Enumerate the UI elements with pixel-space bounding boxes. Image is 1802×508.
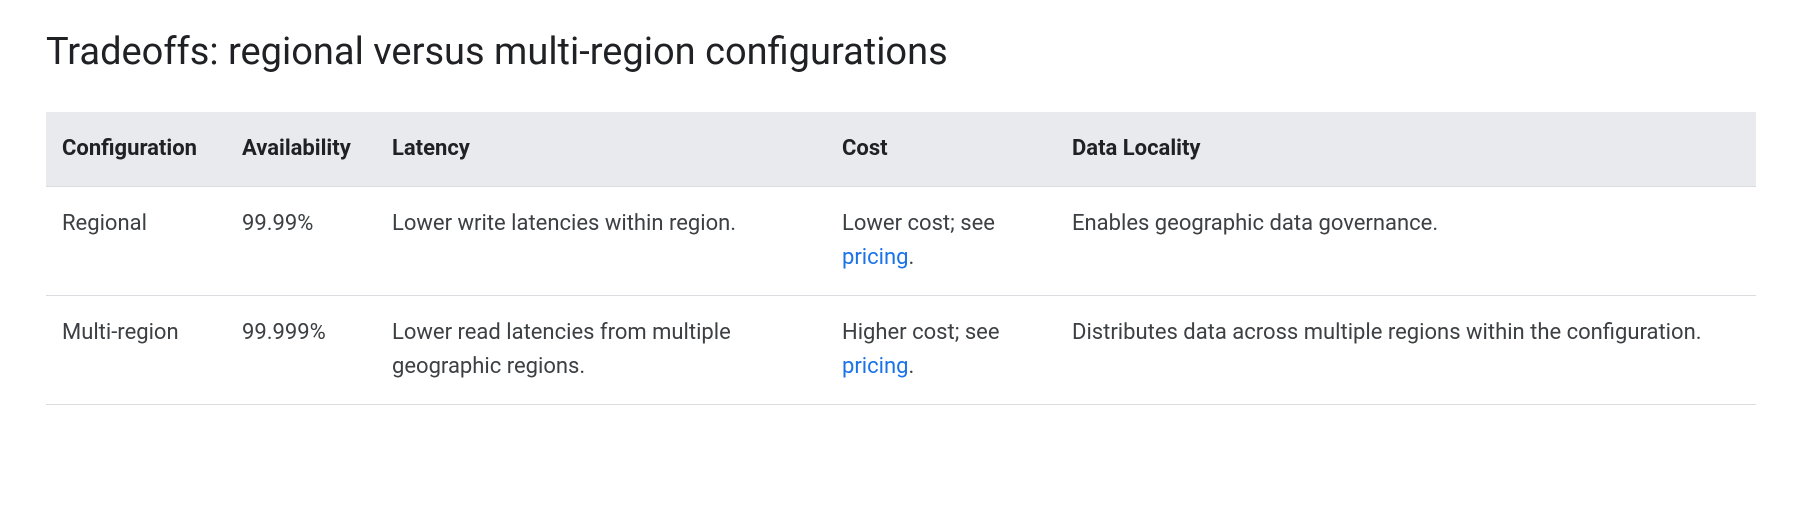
cost-text-suffix: . xyxy=(909,354,915,379)
cell-configuration: Regional xyxy=(46,187,226,296)
cell-cost: Higher cost; see pricing. xyxy=(826,296,1056,405)
cell-availability: 99.999% xyxy=(226,296,376,405)
section-heading: Tradeoffs: regional versus multi-region … xyxy=(46,30,1756,74)
cell-data-locality: Distributes data across multiple regions… xyxy=(1056,296,1756,405)
cell-cost: Lower cost; see pricing. xyxy=(826,187,1056,296)
pricing-link[interactable]: pricing xyxy=(842,245,909,270)
col-header-latency: Latency xyxy=(376,112,826,187)
cost-text-prefix: Lower cost; see xyxy=(842,211,995,236)
col-header-configuration: Configuration xyxy=(46,112,226,187)
col-header-cost: Cost xyxy=(826,112,1056,187)
page-content: Tradeoffs: regional versus multi-region … xyxy=(0,0,1802,445)
table-row: Regional 99.99% Lower write latencies wi… xyxy=(46,187,1756,296)
cell-availability: 99.99% xyxy=(226,187,376,296)
pricing-link[interactable]: pricing xyxy=(842,354,909,379)
cost-text-prefix: Higher cost; see xyxy=(842,320,1000,345)
col-header-availability: Availability xyxy=(226,112,376,187)
cell-data-locality: Enables geographic data governance. xyxy=(1056,187,1756,296)
cell-latency: Lower read latencies from multiple geogr… xyxy=(376,296,826,405)
cell-latency: Lower write latencies within region. xyxy=(376,187,826,296)
cost-text-suffix: . xyxy=(909,245,915,270)
cell-configuration: Multi-region xyxy=(46,296,226,405)
table-row: Multi-region 99.999% Lower read latencie… xyxy=(46,296,1756,405)
tradeoffs-table: Configuration Availability Latency Cost … xyxy=(46,112,1756,405)
col-header-data-locality: Data Locality xyxy=(1056,112,1756,187)
table-header-row: Configuration Availability Latency Cost … xyxy=(46,112,1756,187)
